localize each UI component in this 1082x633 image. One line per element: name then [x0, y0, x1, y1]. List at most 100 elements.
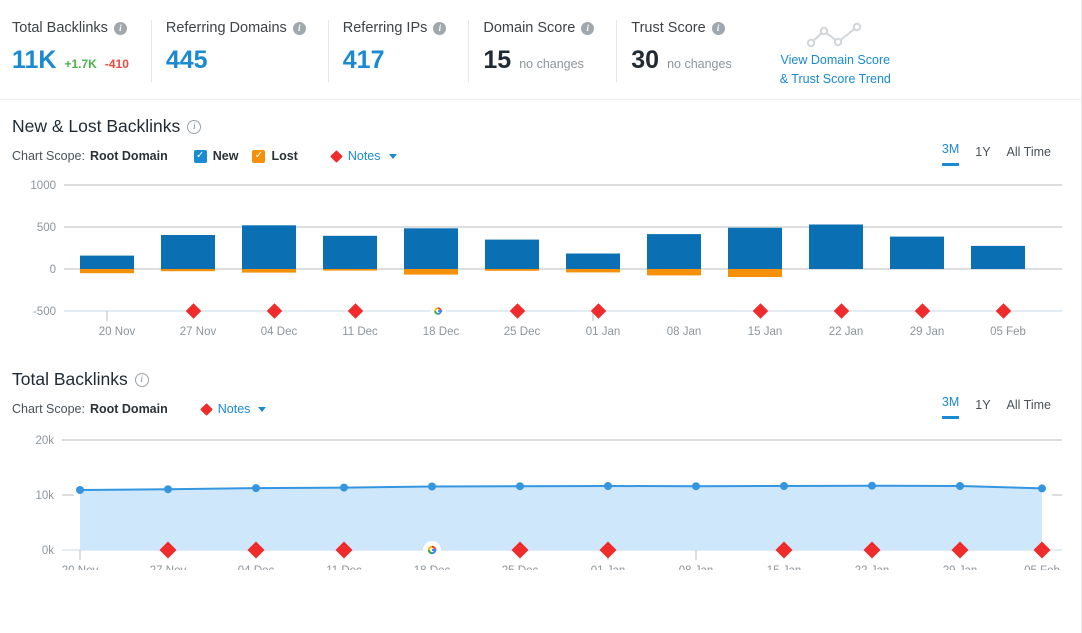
x-tick-label: 05 Feb [1024, 565, 1060, 570]
x-tick-label: 01 Jan [586, 326, 621, 338]
bar-lost [80, 269, 134, 274]
kpi-change-note: no changes [667, 57, 732, 71]
kpi-change-note: no changes [519, 57, 584, 71]
bar-lost [566, 269, 620, 273]
kpi-title-label: Domain Score [483, 20, 576, 36]
notes-dropdown[interactable]: Notes [329, 149, 397, 163]
y-tick-20k: 20k [35, 435, 54, 447]
chart-scope-value[interactable]: Root Domain [90, 149, 168, 163]
new-lost-section-title: New & Lost Backlinks i [12, 116, 1069, 137]
chevron-down-icon [258, 406, 267, 412]
x-tick-label: 15 Jan [767, 565, 802, 570]
x-tick-label: 27 Nov [180, 326, 217, 338]
x-tick-label: 15 Jan [748, 326, 783, 338]
info-icon[interactable]: i [134, 372, 149, 387]
bar-new [728, 227, 782, 269]
x-tick-label: 04 Dec [238, 565, 275, 570]
x-tick-label: 22 Jan [855, 565, 890, 570]
y-tick-0: 0 [50, 264, 56, 276]
kpi-delta-up: +1.7K [64, 57, 97, 71]
y-tick-neg500: -500 [33, 306, 56, 318]
range-tab-all-time[interactable]: All Time [1007, 398, 1051, 419]
bar-new [242, 225, 296, 269]
range-tab-3m[interactable]: 3M [941, 395, 960, 419]
kpi-title-label: Referring IPs [342, 20, 428, 36]
checkmark-icon: ✓ [193, 149, 207, 163]
lost-bars [80, 269, 782, 277]
chart-scope-value[interactable]: Root Domain [90, 402, 168, 416]
bar-new [404, 228, 458, 269]
info-icon[interactable]: i [433, 21, 447, 35]
bar-new [323, 235, 377, 269]
bar-lost [242, 269, 296, 273]
new-bars [80, 224, 1025, 269]
range-tab-1y[interactable]: 1Y [975, 398, 990, 419]
info-icon[interactable]: i [711, 21, 725, 35]
kpi-title: Referring Domains i [166, 20, 306, 36]
kpi-title: Domain Score i [483, 20, 595, 36]
section-title-label: New & Lost Backlinks [12, 116, 181, 136]
x-tick-label: 29 Jan [910, 326, 945, 338]
chart-scope-label: Chart Scope: [12, 402, 85, 416]
x-tick-label: 11 Dec [342, 326, 378, 338]
red-diamond-icon [199, 402, 213, 416]
y-axis-labels: 1000 500 0 -500 [30, 180, 56, 318]
bar-new [890, 236, 944, 269]
range-tab-all-time[interactable]: All Time [1007, 145, 1051, 166]
info-icon[interactable]: i [113, 21, 127, 35]
bar-lost [323, 269, 377, 271]
total-backlinks-chart[interactable]: 20k 10k 0k [12, 430, 1069, 570]
google-update-icon [430, 303, 446, 319]
total-controls: Chart Scope: Root Domain Notes 3M 1Y All… [12, 395, 1069, 419]
kpi-value: 15 [483, 46, 512, 74]
x-tick-label: 27 Nov [150, 565, 187, 570]
bar-new [647, 234, 701, 269]
x-tick-label: 20 Nov [62, 565, 99, 570]
kpi-domain-score: Domain Score i 15 no changes [469, 20, 618, 82]
info-icon[interactable]: i [187, 119, 202, 134]
kpi-value: 30 [631, 46, 660, 74]
area-fill [80, 485, 1042, 550]
y-tick-10k: 10k [35, 490, 54, 502]
new-lost-chart-svg: 1000 500 0 -500 20 Nov 27 Nov 04 Dec 11 … [30, 180, 1062, 338]
x-tick-label: 22 Jan [829, 326, 864, 338]
new-checkbox[interactable]: ✓ New [193, 149, 238, 163]
chart-scope-label: Chart Scope: [12, 149, 85, 163]
kpi-value-row: 445 [166, 48, 306, 73]
chevron-down-icon [388, 153, 397, 159]
note-marker [266, 303, 283, 319]
x-tick-label: 01 Jan [591, 565, 626, 570]
bar-lost [728, 269, 782, 277]
notes-dropdown[interactable]: Notes [199, 402, 267, 416]
new-lost-controls: Chart Scope: Root Domain ✓ New ✓ Lost No… [12, 142, 1069, 166]
new-lost-chart[interactable]: 1000 500 0 -500 20 Nov 27 Nov 04 Dec 11 … [12, 175, 1069, 351]
view-domain-score-link-line2[interactable]: & Trust Score Trend [780, 71, 891, 88]
range-tab-1y[interactable]: 1Y [975, 145, 990, 166]
x-tick-label: 08 Jan [667, 326, 702, 338]
google-update-icon [423, 541, 441, 559]
kpi-value: 445 [165, 46, 208, 74]
checkmark-icon: ✓ [252, 149, 266, 163]
kpi-total-backlinks: Total Backlinks i 11K +1.7K -410 [0, 20, 152, 82]
bar-lost [161, 269, 215, 272]
info-icon[interactable]: i [292, 21, 306, 35]
total-range-tabs: 3M 1Y All Time [941, 395, 1051, 419]
kpi-title: Total Backlinks i [12, 20, 129, 36]
kpi-value-row: 11K +1.7K -410 [12, 48, 129, 73]
kpi-title: Trust Score i [631, 20, 731, 36]
kpi-title-label: Referring Domains [165, 20, 287, 36]
note-marker [833, 303, 850, 319]
x-axis-labels: 20 Nov 27 Nov 04 Dec 11 Dec 18 Dec 25 De… [99, 326, 1026, 338]
score-trend-link-block[interactable]: View Domain Score & Trust Score Trend [754, 20, 901, 88]
bar-new [161, 235, 215, 269]
view-domain-score-link-line1[interactable]: View Domain Score [780, 52, 891, 69]
info-icon[interactable]: i [581, 21, 595, 35]
kpi-summary-bar: Total Backlinks i 11K +1.7K -410 Referri… [0, 0, 1081, 100]
x-tick-label: 20 Nov [99, 326, 136, 338]
lost-checkbox[interactable]: ✓ Lost [252, 149, 298, 163]
note-marker [509, 303, 526, 319]
y-tick-1000: 1000 [30, 180, 56, 192]
kpi-referring-domains: Referring Domains i 445 [152, 20, 329, 82]
range-tab-3m[interactable]: 3M [941, 142, 960, 166]
red-diamond-icon [329, 149, 343, 163]
